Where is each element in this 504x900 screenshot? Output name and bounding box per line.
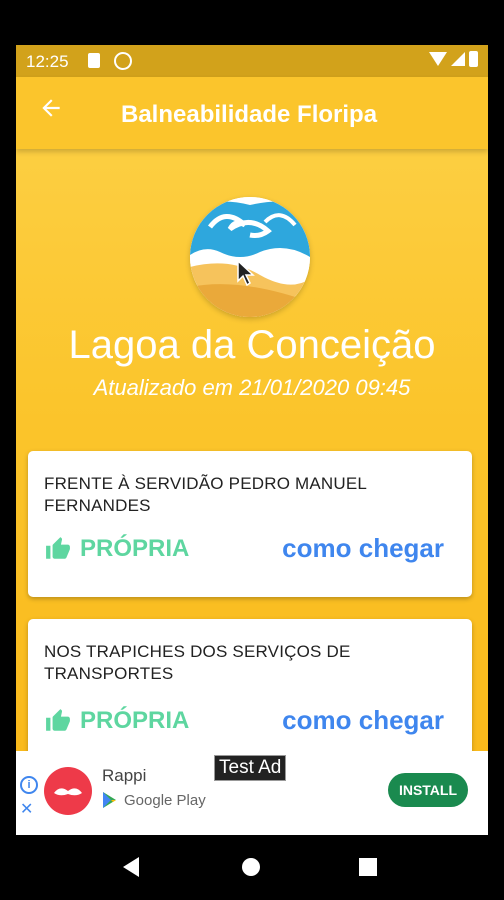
status-label: PRÓPRIA xyxy=(80,707,190,734)
status-badge: PRÓPRIA xyxy=(44,707,189,735)
ad-close-icon[interactable]: ✕ xyxy=(20,799,33,819)
home-nav-icon[interactable] xyxy=(233,849,269,885)
test-ad-label: Test Ad xyxy=(214,755,287,781)
battery-icon xyxy=(469,51,478,67)
pointer-cursor-icon xyxy=(237,259,255,287)
app-screen: 12:25 Balneabilidade Floripa Lagoa da Co… xyxy=(16,45,488,835)
recents-nav-icon[interactable] xyxy=(350,849,386,885)
status-bar: 12:25 xyxy=(16,45,488,77)
wifi-icon xyxy=(429,52,447,66)
thumbs-up-icon xyxy=(46,709,70,731)
beach-name: Lagoa da Conceição xyxy=(68,323,436,367)
navigation-bar xyxy=(0,835,504,900)
beach-logo xyxy=(190,197,310,317)
sync-icon xyxy=(114,52,132,70)
google-play-badge: Google Play xyxy=(102,791,206,809)
store-label: Google Play xyxy=(124,791,206,809)
signal-icon xyxy=(451,52,465,66)
install-button[interactable]: INSTALL xyxy=(388,773,468,807)
thumbs-up-icon xyxy=(46,537,70,559)
google-play-icon xyxy=(103,792,116,808)
rappi-logo-icon xyxy=(44,767,92,815)
back-nav-icon[interactable] xyxy=(113,849,149,885)
system-icons xyxy=(429,51,478,67)
status-label: PRÓPRIA xyxy=(80,535,190,562)
arrow-back-icon[interactable] xyxy=(38,95,68,125)
directions-link[interactable]: como chegar xyxy=(282,705,444,736)
status-time: 12:25 xyxy=(26,52,69,71)
app-bar: Balneabilidade Floripa xyxy=(16,77,488,149)
point-card: FRENTE À SERVIDÃO PEDRO MANUEL FERNANDES… xyxy=(28,451,472,597)
point-location: NOS TRAPICHES DOS SERVIÇOS DE TRANSPORTE… xyxy=(44,642,351,683)
status-badge: PRÓPRIA xyxy=(44,535,189,563)
ad-info-icon[interactable]: i xyxy=(20,776,38,794)
updated-timestamp: Atualizado em 21/01/2020 09:45 xyxy=(93,375,411,400)
sim-icon xyxy=(88,53,100,68)
ad-app-name: Rappi xyxy=(102,766,147,785)
app-title: Balneabilidade Floripa xyxy=(121,101,378,128)
directions-link[interactable]: como chegar xyxy=(282,533,444,564)
point-location: FRENTE À SERVIDÃO PEDRO MANUEL FERNANDES xyxy=(44,474,367,515)
